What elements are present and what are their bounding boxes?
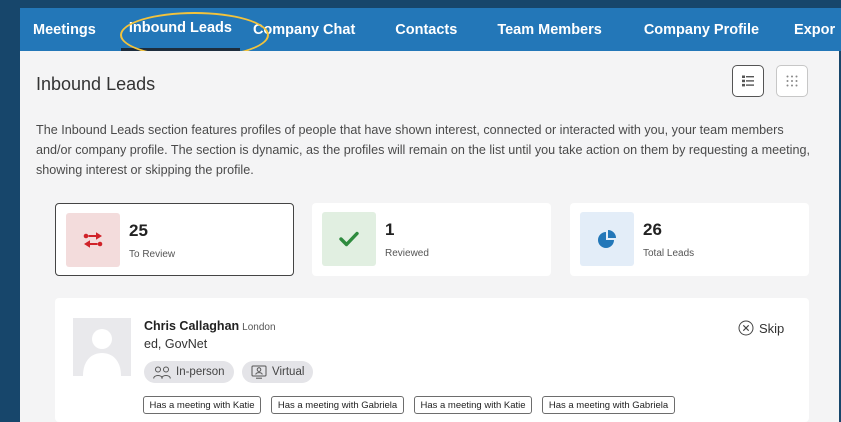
list-view-button[interactable] — [732, 65, 764, 97]
reviewed-count: 1 — [385, 220, 395, 239]
total-leads-count: 26 — [643, 220, 662, 239]
tab-inbound-leads[interactable]: Inbound Leads — [120, 8, 240, 51]
grid-view-button[interactable] — [776, 65, 808, 97]
list-view-icon — [742, 75, 754, 87]
in-person-label: In-person — [176, 366, 225, 378]
person-placeholder-icon — [83, 329, 121, 376]
lead-company: ed, GovNet — [144, 337, 208, 351]
lead-name-text: Chris Callaghan — [144, 319, 240, 333]
in-person-chip[interactable]: In-person — [144, 361, 234, 383]
section-description: The Inbound Leads section features profi… — [36, 123, 810, 177]
tab-contacts[interactable]: Contacts — [395, 8, 457, 51]
people-icon — [153, 366, 171, 379]
reviewed-icon-box — [322, 212, 376, 266]
reviewed-card[interactable]: 1 Reviewed — [312, 203, 551, 276]
lead-card: Chris Callaghan London ed, GovNet Skip In… — [55, 298, 809, 422]
meeting-tag[interactable]: Has a meeting with Gabriela — [271, 396, 404, 414]
checkmark-icon — [339, 231, 359, 247]
tab-company-chat[interactable]: Company Chat — [253, 8, 355, 51]
to-review-label: To Review — [129, 249, 176, 260]
reviewed-label: Reviewed — [385, 248, 429, 259]
total-leads-label: Total Leads — [643, 248, 695, 259]
tab-export[interactable]: Expor — [794, 8, 835, 51]
meeting-tag[interactable]: Has a meeting with Katie — [143, 396, 261, 414]
tab-company-profile[interactable]: Company Profile — [644, 8, 759, 51]
skip-label: Skip — [759, 320, 785, 336]
lead-location: London — [242, 322, 276, 333]
to-review-count: 25 — [129, 221, 148, 240]
close-circle-icon — [738, 320, 754, 336]
grid-view-icon — [786, 75, 798, 87]
lead-name[interactable]: Chris Callaghan London — [144, 319, 276, 333]
monitor-person-icon — [251, 365, 267, 379]
to-review-card[interactable]: 25 To Review — [55, 203, 294, 276]
page-title: Inbound Leads — [36, 74, 156, 94]
meeting-tag[interactable]: Has a meeting with Katie — [414, 396, 532, 414]
total-leads-card[interactable]: 26 Total Leads — [570, 203, 809, 276]
virtual-chip[interactable]: Virtual — [242, 361, 314, 383]
to-review-icon-box — [66, 213, 120, 267]
total-leads-icon-box — [580, 212, 634, 266]
skip-button[interactable]: Skip — [738, 320, 784, 336]
avatar — [73, 318, 131, 376]
virtual-label: Virtual — [272, 366, 305, 378]
meeting-tag[interactable]: Has a meeting with Gabriela — [542, 396, 675, 414]
tab-team-members[interactable]: Team Members — [497, 8, 602, 51]
top-nav: Meetings Inbound Leads Company Chat Cont… — [20, 8, 841, 51]
swap-arrows-icon — [83, 232, 103, 248]
pie-chart-icon — [598, 230, 616, 248]
tab-meetings[interactable]: Meetings — [20, 8, 109, 51]
